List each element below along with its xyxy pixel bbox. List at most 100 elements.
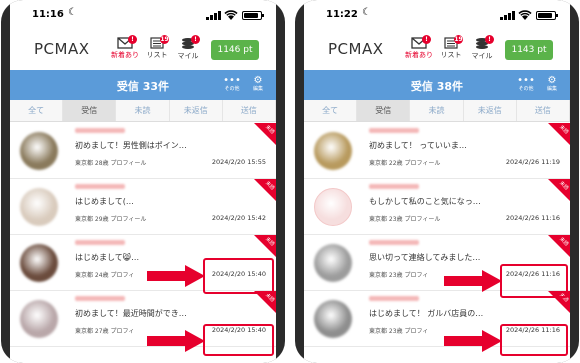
battery-icon: [536, 11, 558, 20]
sender-name-blurred: [75, 184, 125, 189]
status-time: 11:22: [326, 9, 358, 20]
app-screen: 11:16 ☾ PCMAX ! 新着あり 19 リスト ! マイル 1146 p…: [10, 0, 276, 363]
tab-all[interactable]: 全て: [304, 100, 358, 121]
mile-button[interactable]: ! マイル: [171, 35, 205, 65]
red-arrow-icon: [444, 330, 502, 352]
points-button[interactable]: 1146 pt: [211, 40, 259, 60]
signal-icon: [512, 11, 515, 20]
tab-unreplied[interactable]: 未返信: [464, 100, 517, 121]
mail-badge: !: [128, 35, 137, 44]
mile-badge: !: [191, 35, 200, 44]
list-button[interactable]: 19 リスト: [140, 35, 174, 65]
red-arrow-icon: [147, 265, 205, 287]
status-icons: [206, 10, 268, 20]
edit-button[interactable]: ⚙ 編集: [542, 75, 562, 93]
edit-label: 編集: [546, 86, 557, 92]
mail-label: 新着あり: [405, 51, 433, 59]
more-icon: •••: [517, 75, 535, 86]
signal-icon: [218, 11, 221, 20]
app-screen: 11:22 ☾ PCMAX ! 新着あり 19 リスト ! マイル 1143 p…: [304, 0, 570, 363]
more-button[interactable]: ••• その他: [222, 75, 242, 93]
message-date: 2024/2/20 15:42: [211, 214, 266, 222]
edit-label: 編集: [252, 86, 263, 92]
more-label: その他: [518, 86, 534, 92]
inbox-tabs: 全て 受信 未読 未返信 送信: [304, 100, 570, 122]
message-date: 2024/2/20 15:55: [211, 158, 266, 166]
signal-icon: [206, 17, 209, 20]
new-mail-button[interactable]: ! 新着あり: [108, 35, 142, 65]
more-button[interactable]: ••• その他: [516, 75, 536, 93]
message-date: 2024/2/26 11:19: [505, 158, 560, 166]
message-preview: 思い切って連絡してみました…: [369, 253, 481, 262]
app-header: PCMAX ! 新着あり 19 リスト ! マイル 1146 pt: [10, 30, 276, 68]
sender-meta: 東京都 24歳 プロフィ: [75, 272, 135, 279]
message-preview: 初めまして！ っていいま…: [369, 141, 467, 150]
sender-meta: 東京都 27歳 プロフィ: [75, 328, 135, 335]
inbox-title-bar: 受信 33件 ••• その他 ⚙ 編集: [10, 70, 276, 100]
list-label: リスト: [146, 51, 168, 59]
app-header: PCMAX ! 新着あり 19 リスト ! マイル 1143 pt: [304, 30, 570, 68]
tab-all[interactable]: 全て: [10, 100, 64, 121]
mail-label: 新着あり: [111, 51, 139, 59]
pcmax-logo: PCMAX: [328, 40, 384, 58]
message-preview: もしかして私のこと気になっ…: [369, 197, 481, 206]
list-label: リスト: [440, 51, 462, 59]
tab-received[interactable]: 受信: [357, 100, 411, 121]
signal-icon: [210, 15, 213, 20]
message-date: 2024/2/26 11:16: [505, 214, 560, 222]
inbox-title-bar: 受信 38件 ••• その他 ⚙ 編集: [304, 70, 570, 100]
message-row[interactable]: はじめまして(… 東京都 29歳 プロフィール 2024/2/20 15:42 …: [10, 179, 276, 235]
tab-unread[interactable]: 未読: [116, 100, 170, 121]
message-row[interactable]: もしかして私のこと気になっ… 東京都 23歳 プロフィール 2024/2/26 …: [304, 179, 570, 235]
tab-unreplied[interactable]: 未返信: [170, 100, 223, 121]
new-mail-button[interactable]: ! 新着あり: [402, 35, 436, 65]
mile-button[interactable]: ! マイル: [465, 35, 499, 65]
list-badge: 19: [160, 35, 169, 44]
tab-unread[interactable]: 未読: [410, 100, 464, 121]
avatar: [314, 300, 352, 338]
points-button[interactable]: 1143 pt: [505, 40, 553, 60]
message-row[interactable]: 初めまして！男性側はポイン… 東京都 28歳 プロフィール 2024/2/20 …: [10, 123, 276, 179]
sender-name-blurred: [369, 296, 419, 301]
comparison-stage: 11:16 ☾ PCMAX ! 新着あり 19 リスト ! マイル 1146 p…: [0, 0, 580, 363]
moon-icon: ☾: [68, 7, 77, 18]
red-arrow-icon: [444, 270, 502, 292]
avatar: [20, 244, 58, 282]
gear-icon: ⚙: [253, 75, 263, 86]
mail-badge: !: [422, 35, 431, 44]
status-icons: [500, 10, 562, 20]
tab-sent[interactable]: 送信: [223, 100, 276, 121]
wifi-icon: [224, 10, 238, 20]
battery-icon: [242, 11, 264, 20]
sender-name-blurred: [369, 184, 419, 189]
sender-name-blurred: [75, 296, 125, 301]
message-preview: はじめまして！ ガルバ店員の…: [369, 309, 484, 318]
pcmax-logo: PCMAX: [34, 40, 90, 58]
signal-icon: [504, 15, 507, 20]
message-list: 初めまして！ っていいま… 東京都 22歳 プロフィール 2024/2/26 1…: [304, 123, 570, 347]
message-preview: はじめまして(…: [75, 197, 134, 206]
message-row[interactable]: 初めまして！ っていいま… 東京都 22歳 プロフィール 2024/2/26 1…: [304, 123, 570, 179]
avatar-placeholder: [314, 188, 352, 226]
sender-meta: 東京都 29歳 プロフィール: [75, 216, 147, 223]
date-highlight-box: [203, 258, 274, 294]
date-highlight-box: [203, 324, 274, 356]
edit-button[interactable]: ⚙ 編集: [248, 75, 268, 93]
sender-meta: 東京都 23歳 プロフィール: [369, 216, 441, 223]
status-time: 11:16: [32, 9, 64, 20]
tab-sent[interactable]: 送信: [517, 100, 570, 121]
wifi-icon: [518, 10, 532, 20]
message-preview: 初めまして！最近時間ができ…: [75, 309, 187, 318]
gear-icon: ⚙: [547, 75, 557, 86]
mile-label: マイル: [471, 52, 493, 60]
avatar: [314, 132, 352, 170]
tab-received[interactable]: 受信: [63, 100, 117, 121]
signal-icon: [214, 13, 217, 20]
sender-meta: 東京都 22歳 プロフィール: [369, 160, 441, 167]
list-button[interactable]: 19 リスト: [434, 35, 468, 65]
message-preview: はじめまして😸…: [75, 253, 140, 262]
signal-icon: [500, 17, 503, 20]
sender-meta: 東京都 28歳 プロフィール: [75, 160, 147, 167]
sender-name-blurred: [75, 128, 125, 133]
phone-screenshot-left: 11:16 ☾ PCMAX ! 新着あり 19 リスト ! マイル 1146 p…: [1, 0, 285, 363]
